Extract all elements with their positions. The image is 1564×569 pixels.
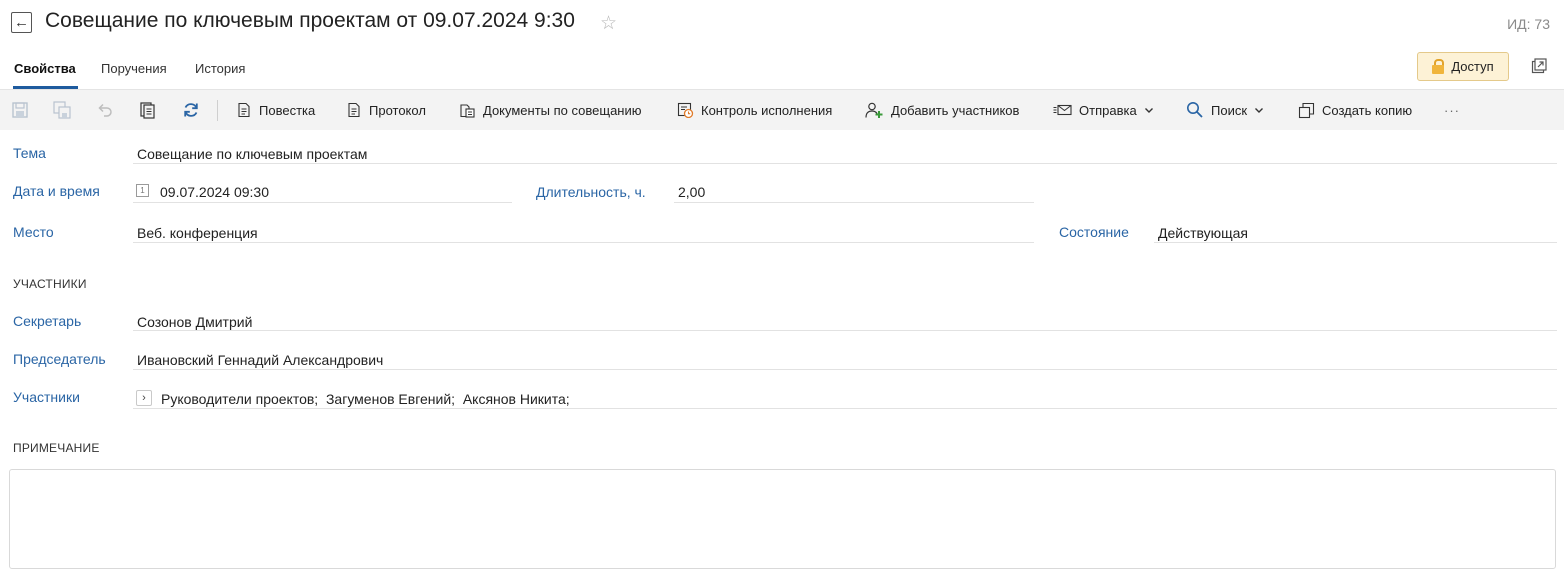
create-copy-button-label: Создать копию — [1322, 102, 1413, 118]
state-underline — [1154, 242, 1557, 243]
arrow-left-icon: ← — [14, 14, 29, 31]
expand-participants-button[interactable]: › — [136, 390, 152, 406]
search-dropdown-button[interactable]: Поиск — [1186, 90, 1264, 130]
back-button[interactable]: ← — [11, 12, 32, 33]
place-underline — [133, 242, 1034, 243]
secretary-underline — [133, 330, 1557, 331]
more-icon: ··· — [1444, 102, 1460, 118]
topic-field[interactable]: Совещание по ключевым проектам — [137, 146, 367, 162]
datetime-field[interactable]: 09.07.2024 09:30 — [160, 184, 269, 200]
send-button-label: Отправка — [1079, 102, 1137, 118]
protocol-button[interactable]: Протокол — [346, 90, 426, 130]
add-participants-button[interactable]: Добавить участников — [865, 90, 1019, 130]
participants-label: Участники — [13, 389, 80, 405]
protocol-button-label: Протокол — [369, 102, 426, 118]
participants-section-title: УЧАСТНИКИ — [13, 277, 87, 291]
execution-control-button[interactable]: Контроль исполнения — [677, 90, 832, 130]
meeting-documents-button[interactable]: Документы по совещанию — [459, 90, 642, 130]
page-title: Совещание по ключевым проектам от 09.07.… — [45, 9, 575, 32]
save-as-icon[interactable] — [53, 101, 71, 119]
document-icon — [238, 102, 250, 118]
chairman-field[interactable]: Ивановский Геннадий Александрович — [137, 352, 383, 368]
chevron-right-icon: › — [142, 392, 146, 404]
datetime-underline — [133, 202, 512, 203]
chevron-down-icon — [1144, 107, 1153, 113]
execution-control-icon — [677, 102, 694, 118]
send-icon — [1053, 104, 1072, 116]
tab-properties[interactable]: Свойства — [14, 61, 76, 76]
refresh-icon[interactable] — [182, 101, 200, 119]
chairman-label: Председатель — [13, 351, 106, 367]
state-field[interactable]: Действующая — [1158, 225, 1248, 241]
note-section-title: ПРИМЕЧАНИЕ — [13, 441, 100, 455]
secretary-label: Секретарь — [13, 313, 82, 329]
agenda-button-label: Повестка — [259, 102, 316, 118]
topic-underline — [133, 163, 1557, 164]
create-copy-button[interactable]: Создать копию — [1298, 90, 1412, 130]
more-actions-button[interactable]: ··· — [1444, 90, 1460, 130]
duration-label: Длительность, ч. — [536, 184, 646, 200]
duration-field[interactable]: 2,00 — [678, 184, 705, 200]
agenda-button[interactable]: Повестка — [236, 90, 315, 130]
execution-control-button-label: Контроль исполнения — [701, 102, 833, 118]
search-button-label: Поиск — [1211, 102, 1248, 118]
undo-icon[interactable] — [96, 101, 114, 119]
tab-history[interactable]: История — [195, 61, 245, 76]
chairman-underline — [133, 369, 1557, 370]
participants-underline — [133, 408, 1557, 409]
document-icon — [348, 102, 360, 118]
toolbar: Повестка Протокол Документы по совещанию… — [0, 89, 1564, 130]
place-field[interactable]: Веб. конференция — [137, 225, 258, 241]
topic-label: Тема — [13, 145, 46, 161]
save-icon[interactable] — [11, 101, 29, 119]
copy-icon — [1298, 102, 1315, 118]
add-participants-button-label: Добавить участников — [891, 102, 1020, 118]
place-label: Место — [13, 224, 54, 240]
clipboard-icon[interactable] — [139, 101, 157, 119]
lock-icon — [1432, 59, 1445, 74]
star-icon[interactable]: ☆ — [600, 12, 617, 35]
open-in-new-window-icon[interactable] — [1531, 58, 1547, 74]
tab-assignments[interactable]: Поручения — [101, 61, 167, 76]
datetime-label: Дата и время — [13, 183, 100, 199]
duration-underline — [674, 202, 1034, 203]
record-id: ИД: 73 — [1507, 16, 1550, 32]
access-button-label: Доступ — [1451, 59, 1494, 74]
add-user-icon — [865, 102, 883, 118]
documents-icon — [460, 104, 475, 118]
secretary-field[interactable]: Созонов Дмитрий — [137, 314, 252, 330]
chevron-down-icon — [1255, 107, 1264, 113]
participants-field[interactable]: Руководители проектов; Загуменов Евгений… — [161, 391, 570, 407]
access-button[interactable]: Доступ — [1417, 52, 1509, 81]
calendar-icon[interactable]: 1 — [136, 184, 149, 197]
note-textarea[interactable] — [9, 469, 1556, 569]
toolbar-separator — [217, 100, 218, 121]
meeting-documents-button-label: Документы по совещанию — [483, 102, 642, 118]
search-icon — [1187, 102, 1203, 118]
send-dropdown-button[interactable]: Отправка — [1053, 90, 1154, 130]
state-label: Состояние — [1059, 224, 1129, 240]
